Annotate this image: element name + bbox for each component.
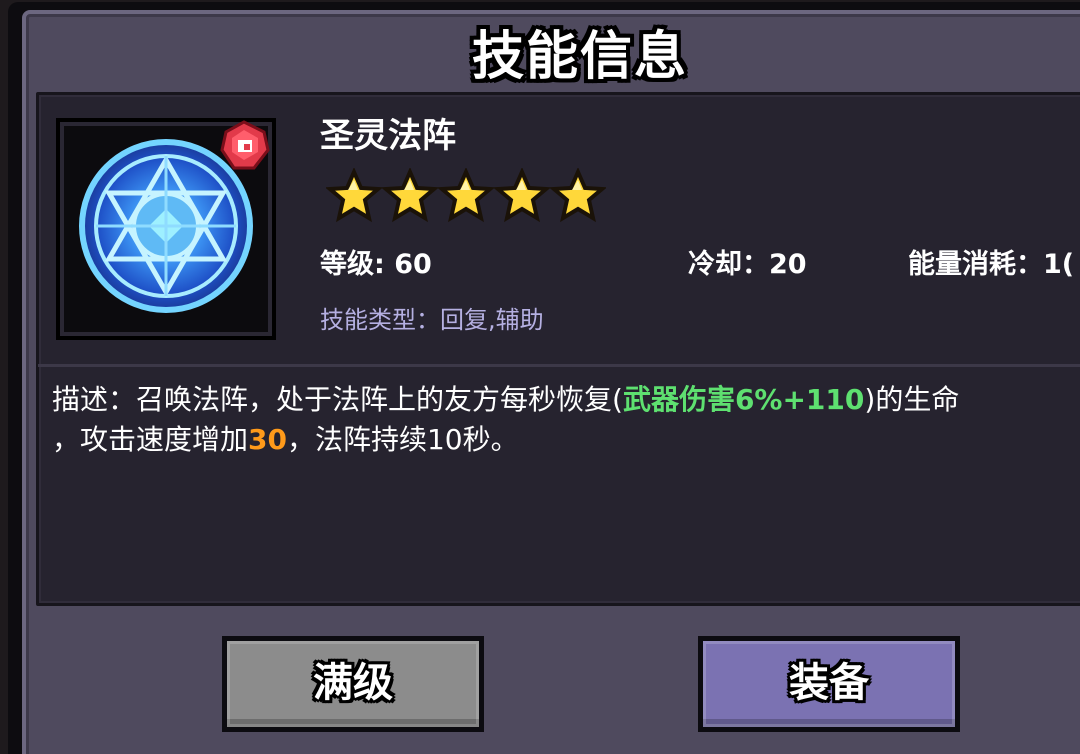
skill-level: 等级: 60 [320,249,432,280]
description-text: ，法阵持续10秒。 [286,423,519,456]
star-icon [438,168,494,223]
description-text: )的生命 [864,383,960,416]
skill-energy-cost: 能量消耗：1( [908,249,1075,280]
description-line-2: ，攻击速度增加30，法阵持续10秒。 [52,420,1080,460]
description-text: ，攻击速度增加 [52,423,249,456]
description-text: 描述：召唤法阵，处于法阵上的友方每秒恢复( [52,383,623,416]
star-rating [326,168,606,224]
heal-value-highlight: 武器伤害6%+110 [622,383,865,416]
section-divider [38,364,1080,367]
game-screen: 技能信息 圣灵法阵 等级: 60 冷却：20 能量消耗：1(技能类型：回复,辅… [0,0,1080,754]
dialog-title: 技能信息 [471,27,688,87]
max-level-button[interactable]: 满级 [222,636,484,732]
skill-name: 圣灵法阵 [320,116,456,156]
skill-description: 描述：召唤法阵，处于法阵上的友方每秒恢复(武器伤害6%+110)的生命 ，攻击速… [52,380,1080,460]
description-line-1: 描述：召唤法阵，处于法阵上的友方每秒恢复(武器伤害6%+110)的生命 [52,380,1080,420]
red-gem-badge-icon [220,120,270,170]
equip-button[interactable]: 装备 [698,636,960,732]
star-icon [326,168,382,223]
attack-speed-highlight: 30 [248,423,287,456]
star-icon [382,168,438,223]
skill-type: 技能类型：回复,辅助 [320,306,544,334]
star-icon [494,168,550,223]
skill-cooldown: 冷却：20 [688,249,807,280]
star-icon [550,168,606,223]
